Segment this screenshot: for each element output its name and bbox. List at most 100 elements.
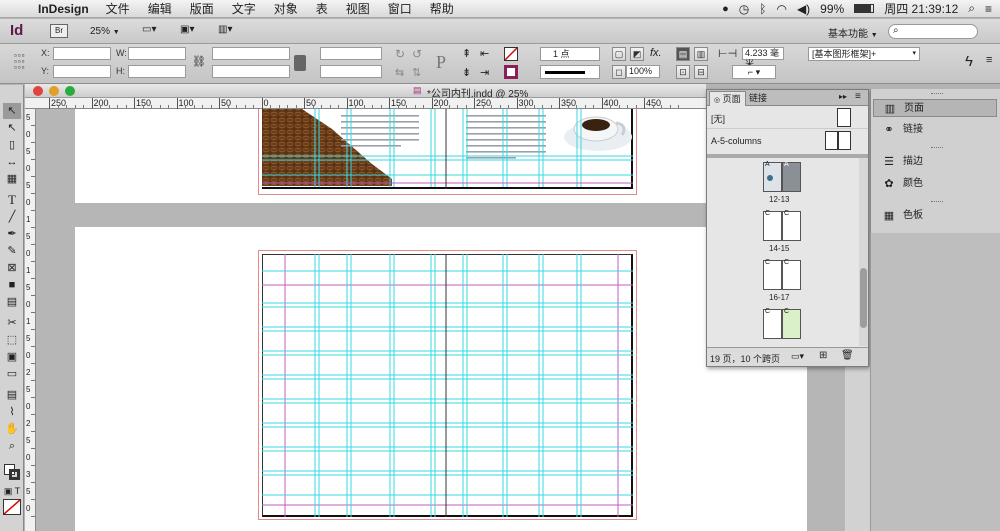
view-options-button[interactable]: ▭▾ — [142, 24, 166, 38]
app-menu[interactable]: InDesign — [34, 2, 97, 16]
select-content-icon[interactable]: ⇟ — [462, 66, 471, 79]
fitting-icon[interactable]: ⊡ — [676, 65, 690, 79]
close-window-button[interactable] — [33, 86, 43, 96]
panel-item-pages[interactable]: ▥ 页面 — [873, 99, 997, 117]
stroke-weight-field[interactable]: 1 点 — [540, 47, 600, 61]
panel-menu-icon[interactable]: ≡ — [855, 91, 861, 102]
zoom-tool-icon[interactable]: ⌕ — [3, 438, 21, 454]
stroke-type-dropdown[interactable] — [540, 65, 600, 79]
clock[interactable]: 周四 21:39:12 — [884, 0, 958, 17]
menu-layout[interactable]: 版面 — [181, 0, 223, 17]
text-wrap-none-icon[interactable]: ▤ — [676, 47, 690, 61]
formatting-affects-icon[interactable]: ▣ T — [3, 483, 21, 499]
panel-grip[interactable] — [931, 201, 943, 204]
spread-14-15[interactable]: C C 14-15 — [763, 210, 803, 257]
gradient-feather-tool-icon[interactable]: ▭ — [3, 366, 21, 382]
gap-tool-icon[interactable]: ↔ — [3, 154, 21, 170]
stroke-swatch-icon[interactable] — [504, 65, 518, 79]
selection-tool-icon[interactable]: ↖ — [3, 103, 21, 119]
direct-selection-tool-icon[interactable]: ↖ — [3, 120, 21, 136]
menu-edit[interactable]: 编辑 — [139, 0, 181, 17]
select-previous-icon[interactable]: ⇤ — [480, 47, 489, 60]
scale-x-field[interactable] — [212, 47, 290, 60]
vertical-ruler[interactable]: 5 0 5 0 5 0 1 5 0 1 5 0 1 5 0 2 5 0 2 5 0 3 5 0 — [25, 109, 36, 531]
panel-item-color[interactable]: ✿ 颜色 — [873, 175, 997, 193]
panel-menu-icon[interactable]: ≡ — [986, 54, 992, 66]
pencil-tool-icon[interactable]: ✎ — [3, 243, 21, 259]
panel-item-links[interactable]: ⚭ 链接 — [873, 121, 997, 139]
note-tool-icon[interactable]: ▤ — [3, 387, 21, 403]
arrange-documents-button[interactable]: ▥▾ — [218, 24, 242, 38]
scale-y-field[interactable] — [212, 65, 290, 78]
gradient-swatch-tool-icon[interactable]: ▣ — [3, 349, 21, 365]
delete-page-icon[interactable]: 🗑 — [841, 350, 854, 361]
menu-help[interactable]: 帮助 — [421, 0, 463, 17]
quick-apply-icon[interactable]: ϟ — [965, 53, 973, 70]
opacity-field[interactable]: 100% — [626, 65, 660, 78]
pen-tool-icon[interactable]: ✒ — [3, 226, 21, 242]
pages-panel-scrollbar[interactable] — [859, 158, 868, 346]
rotate-field[interactable] — [320, 47, 382, 60]
workspace-switcher[interactable]: 基本功能 ▼ — [828, 25, 878, 40]
horizontal-grid-tool-icon[interactable]: ▤ — [3, 294, 21, 310]
master-a[interactable]: A-5-columns — [707, 130, 868, 153]
flip-horizontal-icon[interactable]: ⇆ — [395, 66, 404, 79]
spread-12-13[interactable]: A A 12-13 — [763, 161, 803, 208]
edit-page-size-icon[interactable]: ▭▾ — [791, 351, 804, 362]
bridge-button[interactable]: Br — [50, 24, 68, 38]
spread-18-19[interactable]: C C — [763, 308, 803, 346]
notification-icon[interactable]: ● — [722, 3, 729, 15]
page-tool-icon[interactable]: ▯ — [3, 137, 21, 153]
fill-swatch-icon[interactable] — [504, 47, 518, 61]
scroll-thumb[interactable] — [860, 268, 867, 328]
hand-tool-icon[interactable]: ✋ — [3, 421, 21, 437]
scissors-tool-icon[interactable]: ✂ — [3, 315, 21, 331]
lock-scale-icon[interactable] — [294, 55, 306, 71]
type-tool-icon[interactable]: T — [3, 192, 21, 208]
reference-point-icon[interactable]: ▫▫▫ ▫▫▫ ▫▫▫ — [14, 52, 32, 72]
panel-grip[interactable] — [931, 93, 943, 96]
free-transform-tool-icon[interactable]: ⬚ — [3, 332, 21, 348]
constrain-proportions-icon[interactable]: ⛓ — [192, 55, 206, 68]
screen-mode-button[interactable]: ▣▾ — [180, 24, 204, 38]
menu-list-icon[interactable]: ≡ — [985, 2, 992, 16]
fx-icon[interactable]: fx. — [650, 47, 662, 59]
spread-16-17[interactable]: C C 16-17 — [763, 259, 803, 306]
menu-view[interactable]: 视图 — [337, 0, 379, 17]
flip-vertical-icon[interactable]: ⇅ — [412, 66, 421, 79]
menu-type[interactable]: 文字 — [223, 0, 265, 17]
volume-icon[interactable]: ◀) — [797, 2, 810, 16]
object-style-dropdown[interactable]: [基本图形框架]+ ▾ — [808, 47, 920, 61]
menu-object[interactable]: 对象 — [265, 0, 307, 17]
panel-close-icon[interactable]: ◎ — [714, 97, 720, 104]
text-wrap-box-icon[interactable]: ▥ — [694, 47, 708, 61]
flip-p-icon[interactable]: P — [436, 52, 446, 73]
select-next-icon[interactable]: ⇥ — [480, 66, 489, 79]
gutter-icon[interactable]: ⊢⊣ — [718, 47, 737, 60]
menu-window[interactable]: 窗口 — [379, 0, 421, 17]
wifi-icon[interactable]: ◠ — [776, 2, 786, 16]
effects-icon[interactable]: ◩ — [630, 47, 644, 61]
minimize-window-button[interactable] — [49, 86, 59, 96]
drop-shadow-icon[interactable]: ▢ — [612, 47, 626, 61]
h-field[interactable] — [128, 65, 186, 78]
select-container-icon[interactable]: ⇞ — [462, 47, 471, 60]
eyedropper-tool-icon[interactable]: ⌇ — [3, 404, 21, 420]
spotlight-icon[interactable]: ⌕ — [968, 1, 975, 16]
x-field[interactable] — [53, 47, 111, 60]
collapse-panel-icon[interactable]: ▸▸ — [839, 92, 847, 101]
gutter-field[interactable]: 4.233 毫米 — [742, 47, 784, 69]
new-page-icon[interactable]: ⊞ — [819, 350, 827, 361]
rectangle-frame-tool-icon[interactable]: ⊠ — [3, 260, 21, 276]
battery-icon[interactable] — [854, 4, 875, 13]
panel-grip[interactable] — [931, 147, 943, 150]
zoom-window-button[interactable] — [65, 86, 75, 96]
menu-file[interactable]: 文件 — [97, 0, 139, 17]
master-none[interactable]: [无] — [707, 107, 868, 129]
bluetooth-icon[interactable]: ᛒ — [759, 2, 766, 16]
content-collector-icon[interactable]: ▦ — [3, 171, 21, 187]
tab-pages[interactable]: ◎ 页面 — [709, 91, 746, 106]
shear-field[interactable] — [320, 65, 382, 78]
rectangle-tool-icon[interactable]: ■ — [3, 277, 21, 293]
menu-table[interactable]: 表 — [307, 0, 337, 17]
